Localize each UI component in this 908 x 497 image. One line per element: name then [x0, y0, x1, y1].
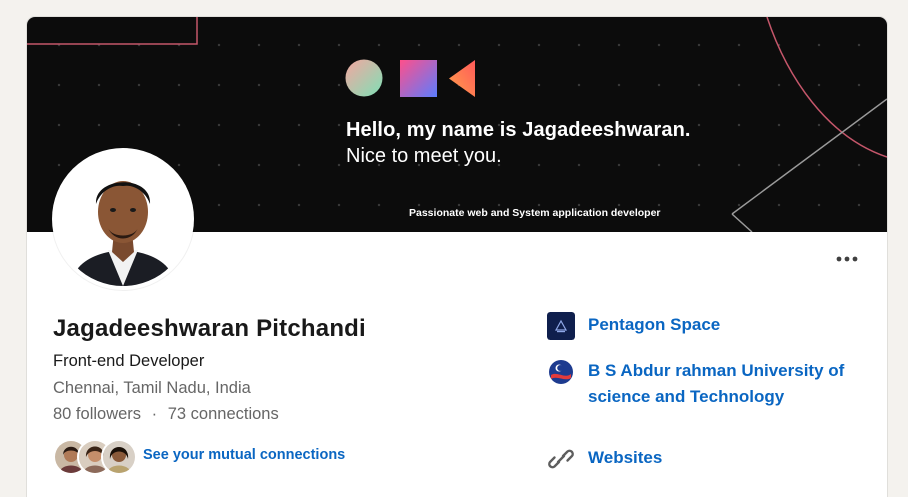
- link-icon: [548, 449, 574, 469]
- more-horizontal-icon: [836, 256, 858, 262]
- banner-shapes: [345, 59, 475, 97]
- banner-greeting-line2: Nice to meet you.: [346, 145, 502, 167]
- more-actions-button[interactable]: [827, 245, 867, 273]
- school-link[interactable]: B S Abdur rahman University of science a…: [547, 358, 844, 410]
- school-logo-icon: [549, 360, 573, 384]
- company-link[interactable]: Pentagon Space: [547, 312, 720, 340]
- websites-link[interactable]: Websites: [547, 445, 662, 473]
- school-name: B S Abdur rahman University of science a…: [588, 358, 844, 410]
- followers-count[interactable]: 80 followers: [53, 405, 141, 423]
- school-name-line2: science and Technology: [588, 387, 785, 406]
- mutual-avatar: [101, 439, 137, 475]
- square-shape: [400, 60, 437, 97]
- banner-tagline: Passionate web and System application de…: [409, 207, 661, 219]
- mutual-connections[interactable]: See your mutual connections: [53, 435, 345, 475]
- connections-count[interactable]: 73 connections: [168, 405, 279, 423]
- mutual-avatars: [53, 437, 137, 475]
- company-name: Pentagon Space: [588, 315, 721, 334]
- stats-separator: ·: [151, 405, 158, 423]
- websites-label: Websites: [588, 448, 663, 467]
- avatar[interactable]: [56, 152, 190, 286]
- profile-headline: Front-end Developer: [53, 352, 205, 370]
- school-name-line1: B S Abdur rahman University of: [588, 361, 845, 380]
- mutual-connections-link[interactable]: See your mutual connections: [143, 447, 345, 463]
- profile-name: Jagadeeshwaran Pitchandi: [53, 315, 366, 342]
- triangle-shape: [449, 60, 475, 97]
- profile-stats: 80 followers · 73 connections: [53, 405, 279, 424]
- profile-location: Chennai, Tamil Nadu, India: [53, 379, 251, 397]
- profile-card: Hello, my name is Jagadeeshwaran. Nice t…: [27, 17, 887, 497]
- banner-greeting: Hello, my name is Jagadeeshwaran.: [346, 119, 691, 141]
- profile-photo-frame[interactable]: [52, 148, 194, 290]
- company-logo-icon: [547, 312, 575, 340]
- circle-shape: [345, 59, 383, 97]
